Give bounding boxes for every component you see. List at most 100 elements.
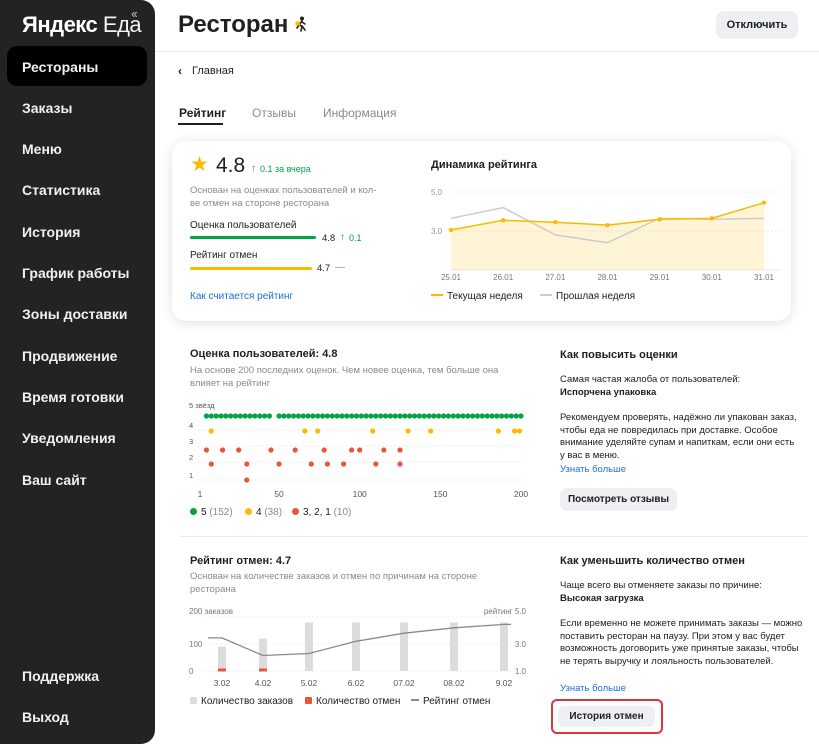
- data-point-current-week: [709, 216, 715, 221]
- rating-dot: [397, 413, 403, 419]
- x-tick-label: 07.02: [393, 678, 415, 688]
- rating-dot: [373, 461, 379, 467]
- count-4: 4 (38): [245, 507, 282, 518]
- count-low: 3, 2, 1 (10): [292, 507, 351, 518]
- arrow-up-icon: ↑: [251, 163, 256, 174]
- legend-previous-week: Прошлая неделя: [540, 291, 635, 302]
- user-ratings-subtitle: На основе 200 последних оценок. Чем нове…: [190, 365, 499, 389]
- rating-dot: [349, 447, 355, 453]
- rating-description: Основан на оценках пользователей и кол-в…: [190, 185, 377, 209]
- rating-dot: [218, 413, 224, 419]
- back-link[interactable]: Главная: [192, 65, 234, 77]
- learn-more-link[interactable]: Узнать больше: [560, 464, 626, 475]
- sidebar-item-schedule[interactable]: График работы: [22, 265, 130, 281]
- x-tick-label: 30.01: [702, 273, 723, 280]
- rating-dot: [286, 413, 292, 419]
- rating-dot: [428, 428, 434, 434]
- rating-dot: [518, 413, 524, 419]
- cancel-history-button[interactable]: История отмен: [558, 706, 655, 727]
- sidebar-item-notifications[interactable]: Уведомления: [22, 430, 116, 446]
- user-rating-bar: [190, 236, 316, 239]
- rating-dot: [387, 413, 393, 419]
- rating-dot: [499, 413, 505, 419]
- y-tick-label: 3: [189, 437, 193, 446]
- y-left-tick: 100: [189, 640, 203, 649]
- y-right-label: рейтинг 5.0: [484, 607, 527, 616]
- rating-dot: [213, 413, 219, 419]
- rating-dot: [208, 413, 214, 419]
- see-reviews-button[interactable]: Посмотреть отзывы: [560, 488, 677, 511]
- sidebar-item-statistics[interactable]: Статистика: [22, 182, 100, 198]
- sidebar-item-support[interactable]: Поддержка: [22, 668, 99, 684]
- rating-dot: [242, 413, 248, 419]
- orders-bar: [450, 622, 458, 671]
- sidebar-item-orders[interactable]: Заказы: [22, 100, 72, 116]
- rating-dot: [203, 447, 210, 453]
- x-tick-label: 6.02: [348, 678, 365, 688]
- rating-dot: [460, 413, 466, 419]
- rating-dot: [353, 413, 360, 419]
- disable-button[interactable]: Отключить: [716, 11, 798, 39]
- rating-dot: [276, 413, 282, 419]
- logo[interactable]: Яндекс Еда: [22, 12, 142, 38]
- tab-reviews[interactable]: Отзывы: [252, 106, 296, 120]
- rating-dot: [407, 413, 413, 419]
- rating-dot: [334, 413, 340, 419]
- y-tick-label: 5.0: [431, 188, 443, 197]
- cancel-rating-value: 4.7: [317, 263, 331, 274]
- x-tick-label: 200: [514, 489, 528, 499]
- star-icon: ★: [190, 153, 209, 176]
- x-tick-label: 28.01: [597, 273, 618, 280]
- sidebar-item-menu[interactable]: Меню: [22, 141, 62, 157]
- rating-dot: [308, 461, 314, 467]
- rating-dot: [479, 413, 485, 419]
- rating-dot: [421, 413, 427, 419]
- cancel-rating-change: —: [335, 262, 345, 273]
- rating-change: 0.1 за вчера: [260, 164, 311, 174]
- rating-dot: [340, 461, 347, 467]
- cancels-bar: [218, 668, 226, 672]
- rating-dot: [369, 428, 376, 434]
- walker-icon: [295, 16, 306, 32]
- rating-dot: [508, 413, 514, 419]
- rating-dot: [281, 413, 287, 419]
- chevrons-left-icon[interactable]: ‹‹: [131, 6, 138, 21]
- rating-dot: [244, 461, 250, 467]
- rating-dot: [228, 413, 234, 419]
- sidebar-item-promotion[interactable]: Продвижение: [22, 348, 117, 364]
- sidebar-item-delivery-zones[interactable]: Зоны доставки: [22, 306, 128, 322]
- rating-dot: [292, 447, 298, 453]
- rating-dot: [203, 413, 210, 419]
- rating-dot: [436, 413, 442, 419]
- improve-advice: Рекомендуем проверять, надёжно ли упаков…: [560, 412, 797, 461]
- learn-more-link[interactable]: Узнать больше: [560, 683, 626, 694]
- rating-dot: [368, 413, 374, 419]
- reduce-title: Как уменьшить количество отмен: [560, 555, 745, 567]
- rating-dot: [416, 413, 422, 419]
- sidebar-item-history[interactable]: История: [22, 224, 80, 240]
- arrow-up-icon: ↑: [340, 232, 345, 243]
- rating-dot: [382, 413, 389, 419]
- x-tick-label: 4.02: [255, 678, 272, 688]
- rating-dot: [319, 413, 326, 419]
- sidebar-item-restaurants[interactable]: Рестораны: [22, 59, 98, 75]
- tab-information[interactable]: Информация: [323, 106, 396, 120]
- sidebar-item-logout[interactable]: Выход: [22, 709, 69, 725]
- rating-dot: [261, 413, 268, 419]
- header-divider: [155, 51, 819, 52]
- y-tick-label: 3.0: [431, 227, 443, 236]
- rating-dot: [503, 413, 510, 419]
- data-point-current-week: [761, 200, 767, 205]
- cancel-rating-title: Рейтинг отмен: 4.7: [190, 555, 292, 567]
- data-point-current-week: [553, 220, 558, 225]
- rating-dot: [513, 413, 519, 419]
- x-tick-label: 08.02: [443, 678, 465, 688]
- how-calculated-link[interactable]: Как считается рейтинг: [190, 291, 293, 302]
- sidebar-item-cooking-time[interactable]: Время готовки: [22, 389, 124, 405]
- sidebar-item-your-site[interactable]: Ваш сайт: [22, 472, 87, 488]
- rating-dot: [276, 461, 282, 467]
- chevron-left-icon[interactable]: ‹: [178, 64, 182, 78]
- rating-dot: [484, 413, 490, 419]
- tab-rating[interactable]: Рейтинг: [179, 106, 226, 120]
- rating-dot: [474, 413, 481, 419]
